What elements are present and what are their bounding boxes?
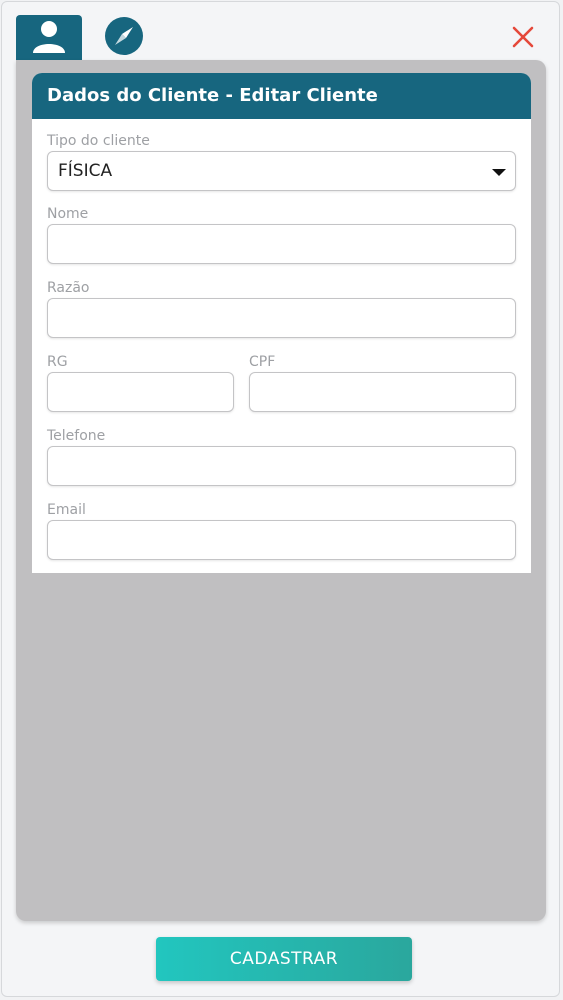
tipo-select-value: FÍSICA — [58, 161, 113, 181]
chevron-down-icon — [492, 169, 506, 176]
tab-client[interactable] — [16, 15, 82, 61]
telefone-label: Telefone — [47, 428, 106, 444]
card-title: Dados do Cliente - Editar Cliente — [32, 73, 531, 119]
rg-input[interactable] — [47, 372, 234, 412]
user-icon — [33, 21, 65, 53]
email-label: Email — [47, 502, 86, 518]
email-input[interactable] — [47, 520, 516, 560]
nome-label: Nome — [47, 206, 89, 222]
cadastrar-button[interactable]: CADASTRAR — [156, 937, 412, 981]
close-button[interactable] — [510, 24, 536, 50]
compass-icon — [105, 17, 143, 55]
nome-input[interactable] — [47, 224, 516, 264]
cpf-input[interactable] — [249, 372, 516, 412]
razao-input[interactable] — [47, 298, 516, 338]
rg-label: RG — [47, 354, 68, 370]
tipo-select[interactable]: FÍSICA — [47, 151, 516, 191]
client-form-card: Dados do Cliente - Editar Cliente Tipo d… — [32, 73, 531, 573]
telefone-input[interactable] — [47, 446, 516, 486]
close-icon — [512, 26, 534, 48]
cpf-label: CPF — [249, 354, 276, 370]
razao-label: Razão — [47, 280, 90, 296]
tipo-label: Tipo do cliente — [47, 133, 150, 149]
tab-navigation[interactable] — [102, 17, 146, 55]
